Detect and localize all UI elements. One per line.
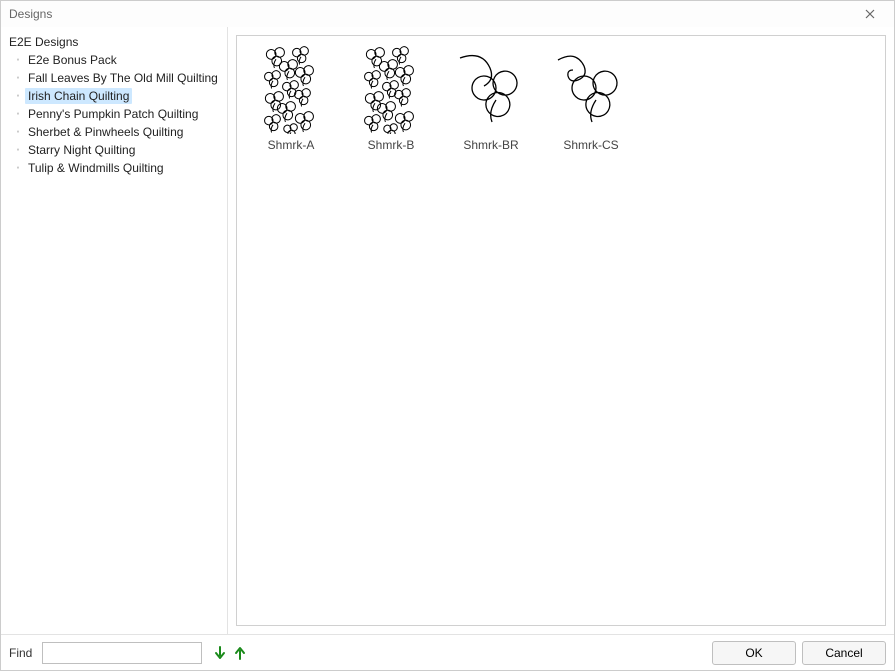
tree-connector-icon: · (11, 105, 25, 123)
tree-item[interactable]: ·Fall Leaves By The Old Mill Quilting (11, 69, 223, 87)
find-input[interactable] (42, 642, 202, 664)
cancel-button[interactable]: Cancel (802, 641, 886, 665)
find-label: Find (9, 646, 32, 660)
dialog-body: E2E Designs ·E2e Bonus Pack·Fall Leaves … (1, 27, 894, 634)
tree-connector-icon: · (11, 141, 25, 159)
designs-dialog: Designs E2E Designs ·E2e Bonus Pack·Fall… (0, 0, 895, 671)
tree-connector-icon: · (11, 159, 25, 177)
tree-item[interactable]: ·E2e Bonus Pack (11, 51, 223, 69)
thumbnail-caption: Shmrk-B (368, 138, 415, 152)
tree-item[interactable]: ·Penny's Pumpkin Patch Quilting (11, 105, 223, 123)
thumbnail-preview (546, 44, 636, 134)
find-nav (214, 646, 248, 660)
footer: Find OK Cancel (1, 634, 894, 670)
window-title: Designs (9, 7, 852, 21)
thumbnail-preview (346, 44, 436, 134)
thumbnail-caption: Shmrk-CS (563, 138, 618, 152)
tree-connector-icon: · (11, 87, 25, 105)
arrow-up-icon (234, 646, 246, 660)
ok-button[interactable]: OK (712, 641, 796, 665)
tree-item[interactable]: ·Starry Night Quilting (11, 141, 223, 159)
tree-item[interactable]: ·Irish Chain Quilting (11, 87, 223, 105)
thumbnail-item[interactable]: Shmrk-CS (541, 44, 641, 152)
content-area: Shmrk-A Shmrk-B Shmrk-BR Shmrk-CS (228, 27, 894, 634)
tree-item-label: Irish Chain Quilting (25, 88, 132, 104)
thumbnail-item[interactable]: Shmrk-A (241, 44, 341, 152)
thumbnail-pane[interactable]: Shmrk-A Shmrk-B Shmrk-BR Shmrk-CS (236, 35, 886, 626)
thumbnail-preview (446, 44, 536, 134)
thumbnail-item[interactable]: Shmrk-B (341, 44, 441, 152)
tree-connector-icon: · (11, 51, 25, 69)
tree: E2E Designs ·E2e Bonus Pack·Fall Leaves … (5, 33, 223, 177)
thumbnail-caption: Shmrk-BR (463, 138, 518, 152)
tree-item-label: Sherbet & Pinwheels Quilting (25, 124, 186, 140)
arrow-down-icon (214, 646, 226, 660)
thumbnail-caption: Shmrk-A (268, 138, 315, 152)
tree-item-label: Tulip & Windmills Quilting (25, 160, 167, 176)
titlebar: Designs (1, 1, 894, 27)
tree-item-label: Fall Leaves By The Old Mill Quilting (25, 70, 221, 86)
tree-children: ·E2e Bonus Pack·Fall Leaves By The Old M… (5, 51, 223, 177)
find-prev-button[interactable] (234, 646, 248, 660)
tree-item-label: E2e Bonus Pack (25, 52, 120, 68)
thumbnail-preview (246, 44, 336, 134)
close-button[interactable] (852, 1, 888, 27)
folder-tree[interactable]: E2E Designs ·E2e Bonus Pack·Fall Leaves … (1, 27, 228, 634)
tree-item-label: Penny's Pumpkin Patch Quilting (25, 106, 201, 122)
tree-connector-icon: · (11, 123, 25, 141)
tree-connector-icon: · (11, 69, 25, 87)
tree-root[interactable]: E2E Designs (5, 33, 223, 51)
tree-item[interactable]: ·Tulip & Windmills Quilting (11, 159, 223, 177)
thumbnail-item[interactable]: Shmrk-BR (441, 44, 541, 152)
tree-item[interactable]: ·Sherbet & Pinwheels Quilting (11, 123, 223, 141)
find-next-button[interactable] (214, 646, 228, 660)
close-icon (865, 9, 875, 19)
thumbnail-grid: Shmrk-A Shmrk-B Shmrk-BR Shmrk-CS (237, 36, 885, 164)
tree-item-label: Starry Night Quilting (25, 142, 138, 158)
